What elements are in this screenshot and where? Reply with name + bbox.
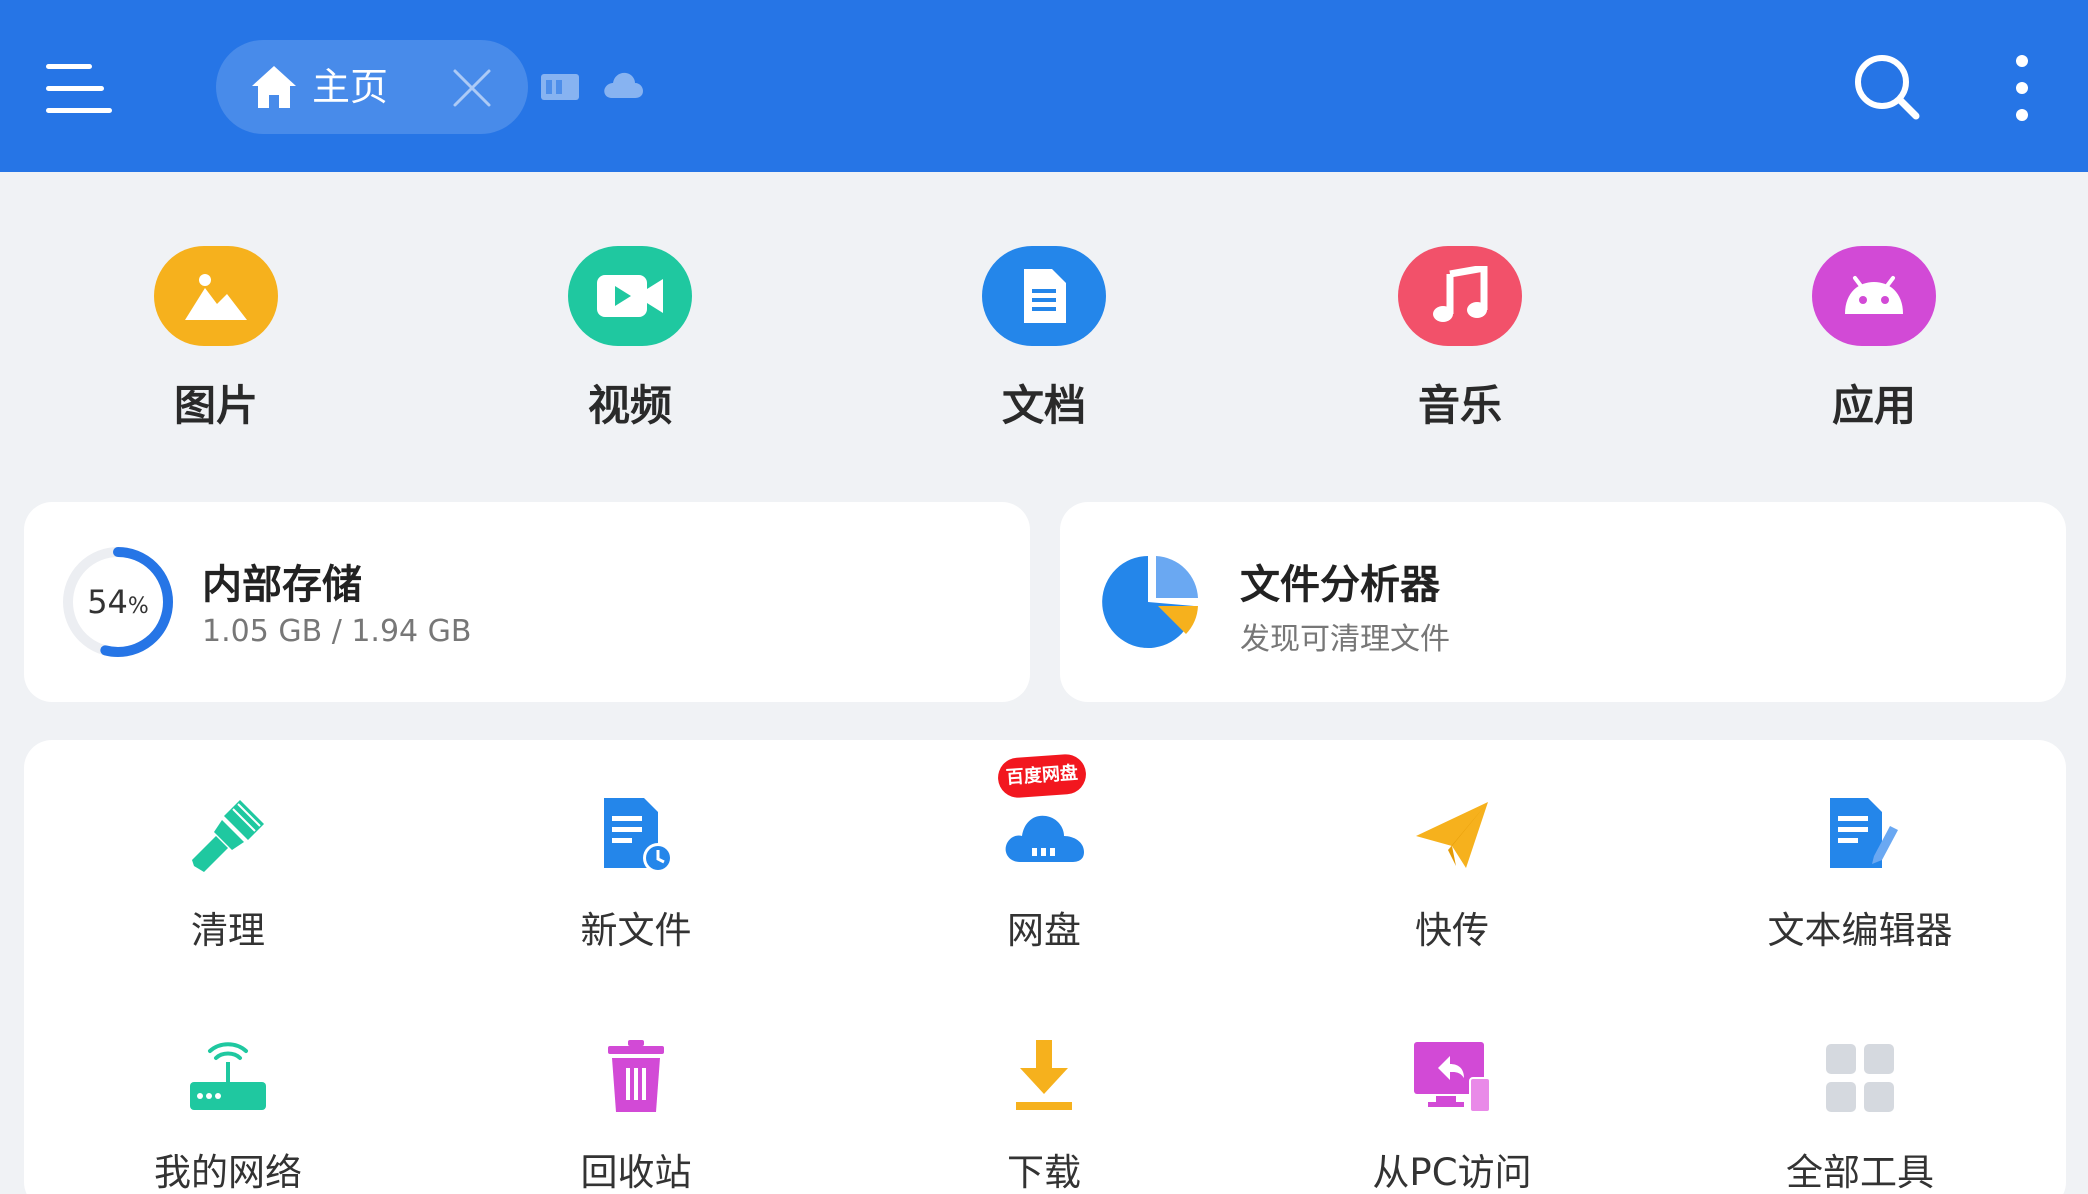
category-label: 音乐: [1417, 381, 1502, 430]
category-documents[interactable]: 文档: [944, 244, 1144, 444]
more-options-icon[interactable]: [2004, 52, 2040, 124]
text-editor-icon: [1830, 798, 1898, 868]
tool-label: 清理: [191, 909, 265, 952]
cloud-drive-icon: [1005, 815, 1084, 862]
tool-label: 网盘: [1007, 909, 1081, 952]
tool-quick-transfer[interactable]: 快传: [1312, 796, 1592, 996]
search-icon[interactable]: [1852, 52, 1922, 122]
brush-icon: [192, 800, 264, 872]
category-label: 图片: [173, 381, 258, 430]
tool-my-network[interactable]: 我的网络: [88, 1038, 368, 1194]
router-icon: [190, 1042, 266, 1110]
menu-button[interactable]: [46, 60, 112, 118]
tab-home-label: 主页: [312, 65, 389, 109]
document-icon: [982, 246, 1106, 346]
category-label: 视频: [587, 381, 672, 430]
android-icon: [1812, 246, 1936, 346]
tool-label: 从PC访问: [1372, 1151, 1532, 1194]
trash-icon: [608, 1040, 664, 1112]
tool-recycle-bin[interactable]: 回收站: [496, 1038, 776, 1194]
home-icon: [252, 66, 296, 108]
cloud-icon[interactable]: [602, 70, 644, 100]
tool-downloads[interactable]: 下载: [904, 1038, 1184, 1194]
menu-line: [46, 86, 104, 91]
internal-storage-card[interactable]: 54% 内部存储 1.05 GB / 1.94 GB: [24, 502, 1030, 702]
analyzer-title: 文件分析器: [1240, 562, 1440, 608]
library-icon[interactable]: [540, 70, 580, 102]
tool-label: 新文件: [580, 909, 692, 952]
monitor-icon: [1414, 1042, 1491, 1113]
tool-label: 我的网络: [154, 1151, 302, 1194]
tool-clean[interactable]: 清理: [88, 796, 368, 996]
storage-percent: 54%: [87, 583, 149, 621]
category-apps[interactable]: 应用: [1774, 244, 1974, 444]
category-images[interactable]: 图片: [116, 244, 316, 444]
storage-usage: 1.05 GB / 1.94 GB: [202, 614, 472, 649]
menu-line: [46, 64, 92, 69]
tool-new-files[interactable]: 新文件: [496, 796, 776, 996]
storage-title: 内部存储: [202, 562, 362, 608]
tool-label: 快传: [1415, 909, 1489, 952]
category-music[interactable]: 音乐: [1360, 244, 1560, 444]
tool-label: 下载: [1007, 1151, 1081, 1194]
tool-text-editor[interactable]: 文本编辑器: [1720, 796, 2000, 996]
image-icon: [154, 246, 278, 346]
category-label: 文档: [1001, 381, 1086, 430]
category-label: 应用: [1831, 381, 1916, 430]
video-icon: [568, 246, 692, 346]
grid-icon: [1826, 1044, 1894, 1112]
analyzer-subtitle: 发现可清理文件: [1240, 622, 1450, 657]
pie-chart-icon: [1102, 556, 1198, 648]
close-icon[interactable]: [452, 68, 492, 108]
paper-plane-icon: [1416, 802, 1488, 868]
tool-label: 回收站: [580, 1151, 692, 1194]
tool-all-tools[interactable]: 全部工具: [1720, 1038, 2000, 1194]
menu-line: [46, 108, 112, 113]
download-icon: [1016, 1040, 1072, 1110]
tool-net-disk[interactable]: 网盘: [904, 796, 1184, 996]
music-icon: [1398, 246, 1522, 346]
category-video[interactable]: 视频: [530, 244, 730, 444]
tool-label: 全部工具: [1786, 1151, 1934, 1194]
tool-access-from-pc[interactable]: 从PC访问: [1312, 1038, 1592, 1194]
top-bar: 主页: [0, 0, 2088, 172]
file-analyzer-card[interactable]: 文件分析器 发现可清理文件: [1060, 502, 2066, 702]
new-file-icon: [604, 798, 673, 873]
netdisk-badge: 百度网盘: [996, 752, 1088, 800]
tool-label: 文本编辑器: [1767, 909, 1953, 952]
